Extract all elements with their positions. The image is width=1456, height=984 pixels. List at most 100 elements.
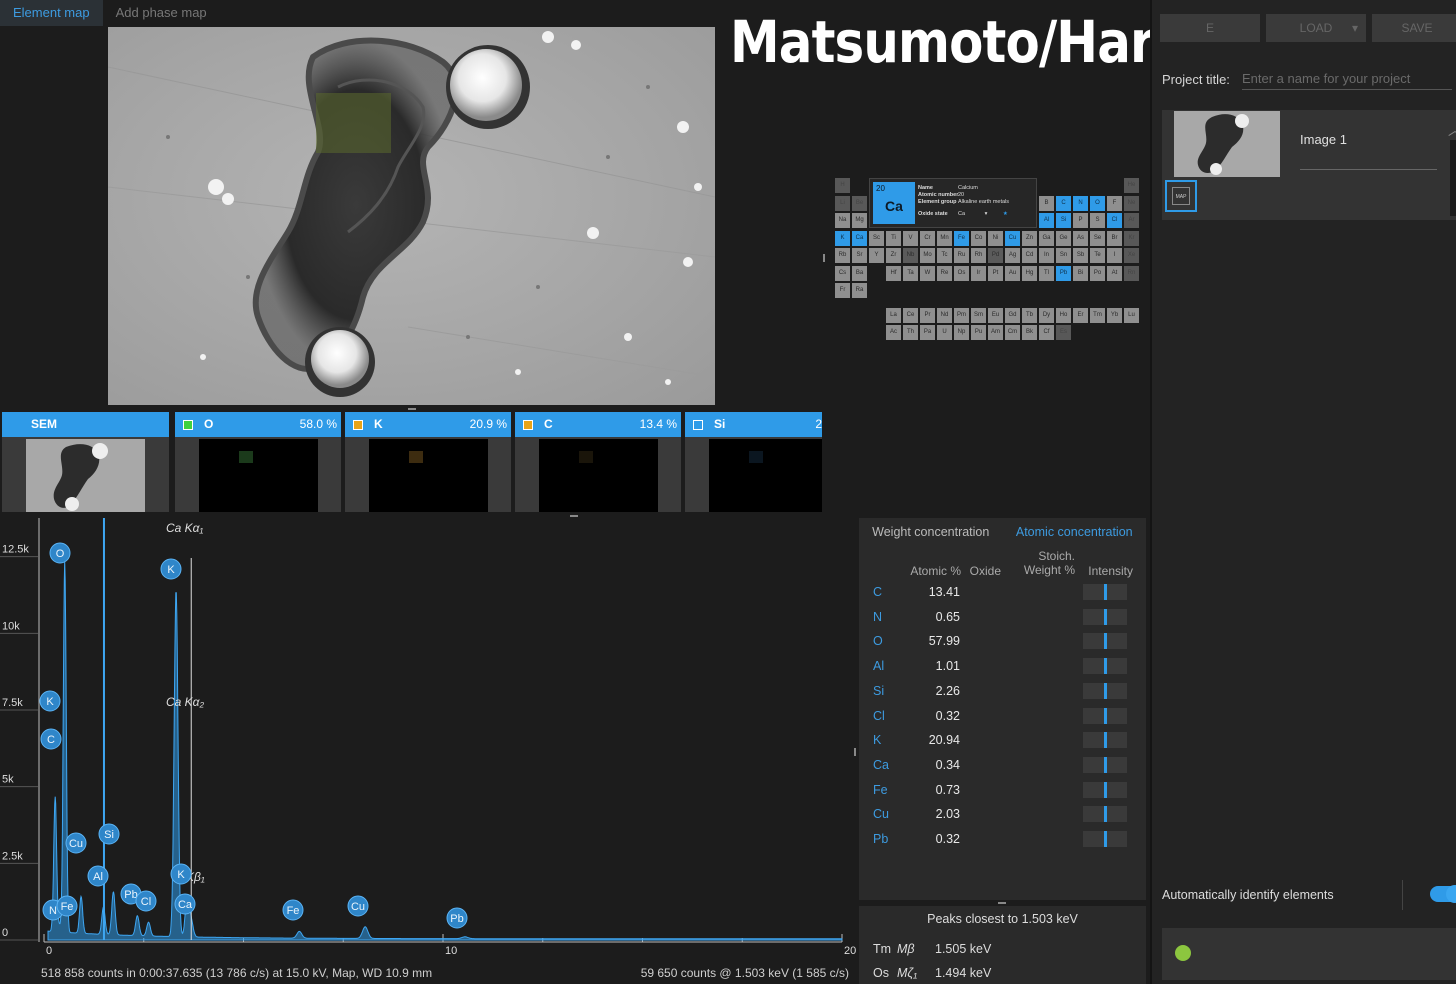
element-cell-mg[interactable]: Mg (852, 213, 867, 228)
tile-si[interactable]: Si 2 (685, 412, 822, 512)
tiles-split-handle[interactable] (570, 515, 578, 517)
peak-row[interactable]: Tm Mβ 1.505 keV (873, 942, 1143, 962)
element-cell-al[interactable]: Al (1039, 213, 1054, 228)
concentration-row[interactable]: Fe 0.73 (859, 778, 1146, 802)
element-cell-se[interactable]: Se (1090, 230, 1105, 246)
element-cell-xe[interactable]: Xe (1124, 248, 1139, 263)
element-cell-ni[interactable]: Ni (988, 230, 1003, 246)
element-cell-np[interactable]: Np (954, 325, 969, 340)
element-cell-na[interactable]: Na (835, 213, 850, 228)
color-swatch[interactable] (353, 420, 363, 430)
element-cell-pd[interactable]: Pd (988, 248, 1003, 263)
peak-marker-k[interactable]: K (170, 863, 192, 885)
element-cell-ac[interactable]: Ac (886, 325, 901, 340)
image-split-handle[interactable] (408, 408, 416, 410)
element-cell-ho[interactable]: Ho (1056, 307, 1071, 323)
element-cell-au[interactable]: Au (1005, 265, 1020, 281)
element-cell-h[interactable]: H (835, 178, 850, 193)
element-cell-os[interactable]: Os (954, 265, 969, 281)
element-cell-as[interactable]: As (1073, 230, 1088, 246)
element-cell-k[interactable]: K (835, 230, 850, 246)
concentration-row[interactable]: C 13.41 (859, 580, 1146, 604)
element-cell-am[interactable]: Am (988, 325, 1003, 340)
element-cell-co[interactable]: Co (971, 230, 986, 246)
element-cell-hf[interactable]: Hf (886, 265, 901, 281)
peak-marker-si[interactable]: Si (98, 823, 120, 845)
concentration-row[interactable]: Pb 0.32 (859, 827, 1146, 851)
element-cell-rh[interactable]: Rh (971, 248, 986, 263)
peak-marker-fe[interactable]: Fe (282, 899, 304, 921)
element-cell-ar[interactable]: Ar (1124, 213, 1139, 228)
element-cell-ne[interactable]: Ne (1124, 195, 1139, 211)
tab-atomic-concentration[interactable]: Atomic concentration (1003, 518, 1147, 546)
tile-k[interactable]: K 20.9 % (345, 412, 511, 512)
auto-identify-toggle[interactable] (1430, 885, 1456, 903)
element-cell-pb[interactable]: Pb (1056, 265, 1071, 281)
chevron-up-icon[interactable]: ︿ (1448, 120, 1456, 140)
element-cell-zr[interactable]: Zr (886, 248, 901, 263)
color-swatch[interactable] (183, 420, 193, 430)
concentration-row[interactable]: Si 2.26 (859, 679, 1146, 703)
element-cell-mo[interactable]: Mo (920, 248, 935, 263)
tab-element-map[interactable]: Element map (0, 0, 103, 26)
element-cell-he[interactable]: He (1124, 178, 1139, 193)
panel-split-handle[interactable] (998, 902, 1006, 904)
element-cell-n[interactable]: N (1073, 195, 1088, 211)
element-cell-be[interactable]: Be (852, 195, 867, 211)
element-cell-v[interactable]: V (903, 230, 918, 246)
element-cell-th[interactable]: Th (903, 325, 918, 340)
element-cell-zn[interactable]: Zn (1022, 230, 1037, 246)
element-cell-sn[interactable]: Sn (1056, 248, 1071, 263)
peak-marker-ca[interactable]: Ca (174, 893, 196, 915)
element-cell-fe[interactable]: Fe (954, 230, 969, 246)
element-cell-in[interactable]: In (1039, 248, 1054, 263)
element-cell-c[interactable]: C (1056, 195, 1071, 211)
peak-marker-cu[interactable]: Cu (65, 832, 87, 854)
element-cell-nb[interactable]: Nb (903, 248, 918, 263)
concentration-row[interactable]: Cu 2.03 (859, 802, 1146, 826)
tooltip-row-oxide[interactable]: Oxide state Ca ▾ ★ (918, 211, 1008, 217)
peak-marker-cl[interactable]: Cl (135, 890, 157, 912)
element-cell-rn[interactable]: Rn (1124, 265, 1139, 281)
element-cell-lu[interactable]: Lu (1124, 307, 1139, 323)
element-cell-f[interactable]: F (1107, 195, 1122, 211)
concentration-row[interactable]: O 57.99 (859, 629, 1146, 653)
element-cell-eu[interactable]: Eu (988, 307, 1003, 323)
tab-weight-concentration[interactable]: Weight concentration (859, 518, 1003, 546)
peak-marker-k[interactable]: K (39, 690, 61, 712)
tile-o[interactable]: O 58.0 % (175, 412, 341, 512)
element-cell-y[interactable]: Y (869, 248, 884, 263)
element-cell-ag[interactable]: Ag (1005, 248, 1020, 263)
peak-row[interactable]: Os Mζ₁ 1.494 keV (873, 966, 1143, 984)
save-button[interactable]: SAVE (1372, 14, 1456, 42)
concentration-row[interactable]: K 20.94 (859, 728, 1146, 752)
element-cell-fr[interactable]: Fr (835, 283, 850, 298)
color-swatch[interactable] (523, 420, 533, 430)
element-cell-cf[interactable]: Cf (1039, 325, 1054, 340)
element-cell-ir[interactable]: Ir (971, 265, 986, 281)
peak-marker-c[interactable]: C (40, 728, 62, 750)
element-cell-la[interactable]: La (886, 307, 901, 323)
element-cell-sb[interactable]: Sb (1073, 248, 1088, 263)
element-cell-es[interactable]: Es (1056, 325, 1071, 340)
peak-marker-k[interactable]: K (160, 558, 182, 580)
peak-marker-cu[interactable]: Cu (347, 895, 369, 917)
element-cell-nd[interactable]: Nd (937, 307, 952, 323)
element-cell-ra[interactable]: Ra (852, 283, 867, 298)
element-cell-at[interactable]: At (1107, 265, 1122, 281)
element-cell-ce[interactable]: Ce (903, 307, 918, 323)
tile-c[interactable]: C 13.4 % (515, 412, 681, 512)
element-cell-b[interactable]: B (1039, 195, 1054, 211)
peak-marker-o[interactable]: O (49, 542, 71, 564)
project-title-input[interactable] (1242, 68, 1452, 90)
tile-sem[interactable]: SEM (2, 412, 169, 512)
peak-marker-fe[interactable]: Fe (56, 895, 78, 917)
table-side-handle[interactable] (823, 254, 825, 262)
element-cell-sc[interactable]: Sc (869, 230, 884, 246)
element-cell-re[interactable]: Re (937, 265, 952, 281)
new-button[interactable]: E (1160, 14, 1260, 42)
sem-image[interactable] (108, 27, 715, 405)
spectrum-plot[interactable]: 12.5k10k7.5k5k2.5k001020Ca Kα₁Ca Kα₂a Kβ… (0, 518, 856, 984)
element-cell-w[interactable]: W (920, 265, 935, 281)
element-cell-po[interactable]: Po (1090, 265, 1105, 281)
